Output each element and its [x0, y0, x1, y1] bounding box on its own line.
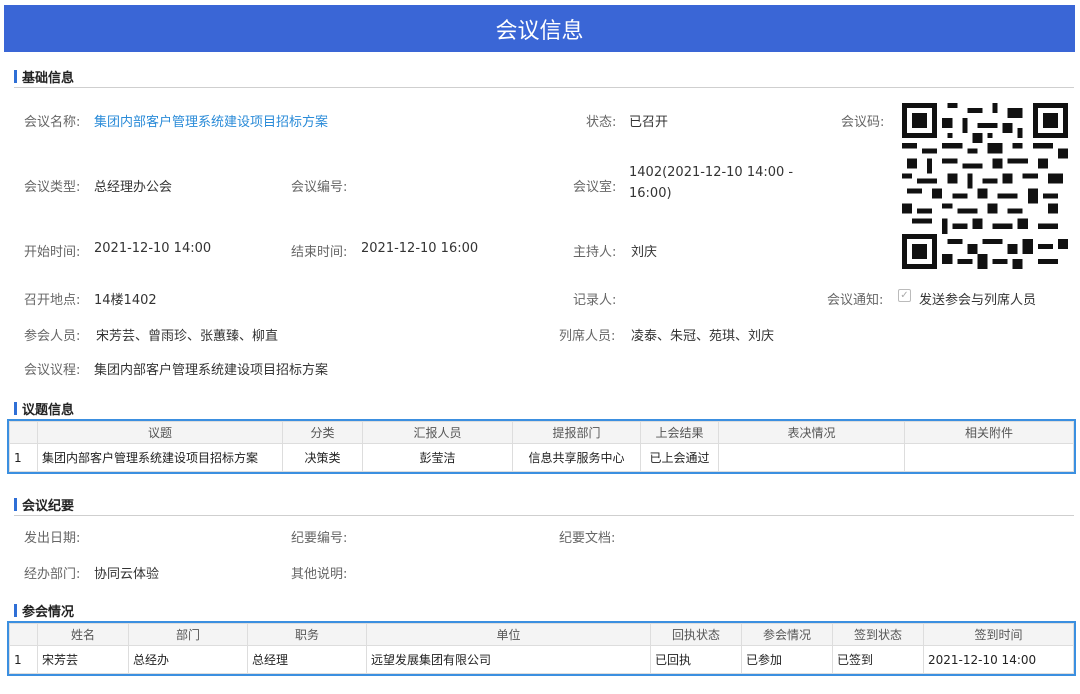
column-header: 汇报人员 — [362, 421, 513, 444]
meeting-room-value-line1: 1402(2021-12-10 14:00 - — [629, 165, 794, 180]
section-marker — [14, 69, 17, 83]
column-header: 分类 — [282, 421, 363, 444]
meeting-name-link[interactable]: 集团内部客户管理系统建设项目招标方案 — [94, 111, 328, 130]
section-marker — [14, 603, 17, 617]
attendees-value: 凌泰、朱冠、苑琪、刘庆 — [631, 329, 775, 344]
table-cell: 1 — [9, 645, 38, 674]
divider — [14, 87, 1074, 88]
notice-label: 会议通知: — [827, 293, 884, 308]
column-header: 议题 — [37, 421, 283, 444]
column-header: 提报部门 — [512, 421, 641, 444]
column-header: 相关附件 — [904, 421, 1074, 444]
issue-date-label: 发出日期: — [24, 531, 81, 546]
handling-dept-value: 协同云体验 — [94, 567, 160, 582]
section-marker — [14, 401, 17, 415]
host-value: 刘庆 — [631, 245, 658, 260]
table-cell — [718, 443, 905, 472]
section-title: 议题信息 — [22, 402, 75, 418]
section-attendance: 参会情况 — [14, 600, 74, 620]
notice-value: 发送参会与列席人员 — [919, 293, 1037, 308]
qr-code-icon — [902, 103, 1068, 269]
section-minutes: 会议纪要 — [14, 494, 74, 514]
place-label: 召开地点: — [24, 293, 81, 308]
column-header: 回执状态 — [650, 623, 742, 646]
section-topics: 议题信息 — [14, 398, 74, 418]
table-cell: 1 — [9, 443, 38, 472]
table-cell: 总经办 — [128, 645, 248, 674]
meeting-type-value: 总经理办公会 — [94, 180, 173, 195]
table-cell: 已上会通过 — [640, 443, 719, 472]
status-value: 已召开 — [629, 115, 669, 130]
meeting-room-value-line2: 16:00) — [629, 186, 672, 201]
table-cell: 宋芳芸 — [37, 645, 129, 674]
status-label: 状态: — [586, 115, 617, 130]
column-header: 部门 — [128, 623, 248, 646]
column-header — [9, 421, 38, 444]
meeting-name-label: 会议名称: — [24, 115, 81, 130]
table-cell: 已参加 — [741, 645, 833, 674]
section-title: 会议纪要 — [22, 498, 75, 514]
column-header — [9, 623, 38, 646]
column-header: 姓名 — [37, 623, 129, 646]
section-marker — [14, 497, 17, 511]
page-title: 会议信息 — [4, 5, 1075, 52]
attendance-table: 姓名 部门 职务 单位 回执状态 参会情况 签到状态 签到时间 1 宋芳芸 总经… — [7, 621, 1076, 676]
minutes-doc-label: 纪要文档: — [559, 531, 616, 546]
host-label: 主持人: — [573, 245, 617, 260]
agenda-label: 会议议程: — [24, 363, 81, 378]
meeting-number-label: 会议编号: — [291, 180, 348, 195]
table-header-row: 姓名 部门 职务 单位 回执状态 参会情况 签到状态 签到时间 — [9, 623, 1074, 646]
meeting-code-label: 会议码: — [841, 115, 885, 130]
end-time-value: 2021-12-10 16:00 — [361, 241, 479, 256]
table-cell: 决策类 — [282, 443, 363, 472]
column-header: 签到时间 — [923, 623, 1074, 646]
table-cell — [904, 443, 1074, 472]
table-cell: 集团内部客户管理系统建设项目招标方案 — [37, 443, 283, 472]
column-header: 单位 — [366, 623, 651, 646]
place-value: 14楼1402 — [94, 293, 157, 308]
topics-table: 议题 分类 汇报人员 提报部门 上会结果 表决情况 相关附件 1 集团内部客户管… — [7, 419, 1076, 474]
end-time-label: 结束时间: — [291, 245, 348, 260]
participants-value: 宋芳芸、曾雨珍、张蕙臻、柳直 — [96, 329, 279, 344]
column-header: 上会结果 — [640, 421, 719, 444]
table-cell: 2021-12-10 14:00 — [923, 645, 1074, 674]
column-header: 职务 — [247, 623, 367, 646]
other-notes-label: 其他说明: — [291, 567, 348, 582]
section-title: 参会情况 — [22, 604, 75, 620]
participants-label: 参会人员: — [24, 329, 81, 344]
section-title: 基础信息 — [22, 70, 75, 86]
table-header-row: 议题 分类 汇报人员 提报部门 上会结果 表决情况 相关附件 — [9, 421, 1074, 444]
checkbox-checked-icon[interactable]: ✓ — [898, 289, 911, 302]
meeting-type-label: 会议类型: — [24, 180, 81, 195]
divider — [14, 515, 1074, 516]
table-row[interactable]: 1 集团内部客户管理系统建设项目招标方案 决策类 彭莹洁 信息共享服务中心 已上… — [9, 443, 1074, 472]
table-cell: 远望发展集团有限公司 — [366, 645, 651, 674]
column-header: 表决情况 — [718, 421, 905, 444]
table-cell: 信息共享服务中心 — [512, 443, 641, 472]
minutes-number-label: 纪要编号: — [291, 531, 348, 546]
table-cell: 已回执 — [650, 645, 742, 674]
table-row[interactable]: 1 宋芳芸 总经办 总经理 远望发展集团有限公司 已回执 已参加 已签到 202… — [9, 645, 1074, 674]
table-cell: 已签到 — [832, 645, 924, 674]
section-basic-info: 基础信息 — [14, 66, 74, 86]
recorder-label: 记录人: — [573, 293, 617, 308]
meeting-room-label: 会议室: — [573, 180, 617, 195]
handling-dept-label: 经办部门: — [24, 567, 81, 582]
agenda-value: 集团内部客户管理系统建设项目招标方案 — [94, 363, 329, 378]
column-header: 签到状态 — [832, 623, 924, 646]
column-header: 参会情况 — [741, 623, 833, 646]
start-time-value: 2021-12-10 14:00 — [94, 241, 212, 256]
table-cell: 彭莹洁 — [362, 443, 513, 472]
attendees-label: 列席人员: — [559, 329, 616, 344]
table-cell: 总经理 — [247, 645, 367, 674]
start-time-label: 开始时间: — [24, 245, 81, 260]
